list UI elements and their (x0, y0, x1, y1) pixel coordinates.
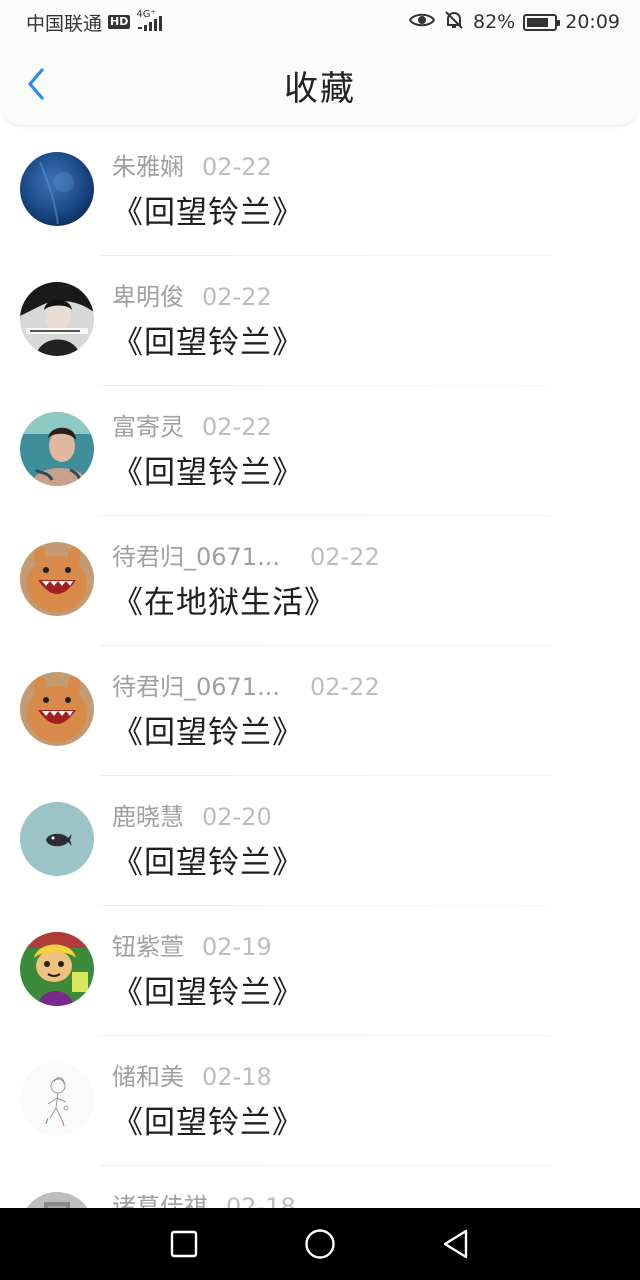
favorite-meta: 鹿晓慧 02-20 (112, 802, 272, 832)
user-name[interactable]: 钮紫萱 (112, 932, 184, 962)
favorite-meta: 卑明俊 02-22 (112, 282, 272, 312)
battery-percent: 82% (473, 11, 516, 33)
favorite-item[interactable]: 钮紫萱 02-19 《回望铃兰》 (0, 906, 640, 1036)
page-title: 收藏 (284, 69, 356, 109)
work-title[interactable]: 《回望铃兰》 (112, 844, 304, 882)
signal-icon: 4G⁺ (136, 9, 168, 33)
favorite-meta: 朱雅娴 02-22 (112, 152, 272, 182)
user-name[interactable]: 鹿晓慧 (112, 802, 184, 832)
user-name[interactable]: 卑明俊 (112, 282, 184, 312)
favorite-date: 02-19 (202, 933, 272, 961)
clock-time: 20:09 (565, 11, 620, 33)
network-type: 4G⁺ (136, 9, 156, 20)
carrier-name: 中国联通 (26, 12, 103, 35)
favorite-meta: 钮紫萱 02-19 (112, 932, 272, 962)
avatar[interactable] (20, 932, 94, 1006)
favorite-date: 02-22 (202, 283, 272, 311)
home-button[interactable] (252, 1208, 388, 1280)
work-title[interactable]: 《回望铃兰》 (112, 714, 304, 752)
favorite-date: 02-18 (226, 1193, 296, 1208)
favorite-meta: 待君归_0671... 02-22 (112, 542, 380, 572)
work-title[interactable]: 《回望铃兰》 (112, 324, 304, 362)
hd-icon: HD (108, 15, 131, 29)
favorite-date: 02-20 (202, 803, 272, 831)
favorite-meta: 诸葛佳祺 02-18 (112, 1192, 296, 1208)
work-title[interactable]: 《回望铃兰》 (112, 454, 304, 492)
avatar[interactable] (20, 1192, 94, 1208)
user-name[interactable]: 富寄灵 (112, 412, 184, 442)
favorite-date: 02-22 (202, 413, 272, 441)
avatar[interactable] (20, 672, 94, 746)
avatar[interactable] (20, 412, 94, 486)
favorite-date: 02-22 (309, 673, 380, 701)
back-triangle-icon (443, 1229, 468, 1259)
favorite-item[interactable]: 待君归_0671... 02-22 《在地狱生活》 (0, 516, 640, 646)
favorite-meta: 富寄灵 02-22 (112, 412, 272, 442)
avatar[interactable] (20, 1062, 94, 1136)
favorite-date: 02-22 (202, 153, 272, 181)
favorite-date: 02-18 (202, 1063, 272, 1091)
user-name[interactable]: 待君归_0671... (112, 672, 280, 702)
favorite-item[interactable]: 待君归_0671... 02-22 《回望铃兰》 (0, 646, 640, 776)
favorite-item[interactable]: 朱雅娴 02-22 《回望铃兰》 (0, 126, 640, 256)
status-bar: 中国联通 HD 4G⁺ 82% 20:09 (0, 0, 640, 44)
avatar[interactable] (20, 802, 94, 876)
favorite-date: 02-22 (309, 543, 380, 571)
avatar[interactable] (20, 152, 94, 226)
favorite-meta: 待君归_0671... 02-22 (112, 672, 380, 702)
avatar[interactable] (20, 542, 94, 616)
recents-button[interactable] (116, 1208, 252, 1280)
user-name[interactable]: 朱雅娴 (112, 152, 184, 182)
user-name[interactable]: 诸葛佳祺 (112, 1192, 208, 1208)
work-title[interactable]: 《回望铃兰》 (112, 974, 304, 1012)
avatar[interactable] (20, 282, 94, 356)
back-nav-button[interactable] (388, 1208, 524, 1280)
app-header: 收藏 (0, 44, 640, 126)
favorite-item[interactable]: 卑明俊 02-22 《回望铃兰》 (0, 256, 640, 386)
favorite-item[interactable]: 富寄灵 02-22 《回望铃兰》 (0, 386, 640, 516)
recents-square-icon (170, 1230, 198, 1258)
battery-icon (523, 13, 561, 31)
favorite-meta: 储和美 02-18 (112, 1062, 272, 1092)
home-circle-icon (305, 1229, 335, 1259)
work-title[interactable]: 《回望铃兰》 (112, 1104, 304, 1142)
eye-icon (408, 11, 436, 34)
favorite-item[interactable]: 储和美 02-18 《回望铃兰》 (0, 1036, 640, 1166)
user-name[interactable]: 储和美 (112, 1062, 184, 1092)
favorite-item[interactable]: 鹿晓慧 02-20 《回望铃兰》 (0, 776, 640, 906)
status-right: 82% 20:09 (408, 9, 620, 36)
system-nav-bar (0, 1208, 640, 1280)
bell-off-icon (443, 9, 465, 36)
battery-level (527, 17, 549, 27)
status-left: 中国联通 HD 4G⁺ (26, 9, 168, 35)
favorites-list: 朱雅娴 02-22 《回望铃兰》 卑明俊 02-22 《回望铃兰》 富寄灵 02… (0, 126, 640, 1208)
work-title[interactable]: 《回望铃兰》 (112, 194, 304, 232)
favorite-item[interactable]: 诸葛佳祺 02-18 (0, 1166, 640, 1208)
user-name[interactable]: 待君归_0671... (112, 542, 280, 572)
work-title[interactable]: 《在地狱生活》 (112, 584, 336, 622)
